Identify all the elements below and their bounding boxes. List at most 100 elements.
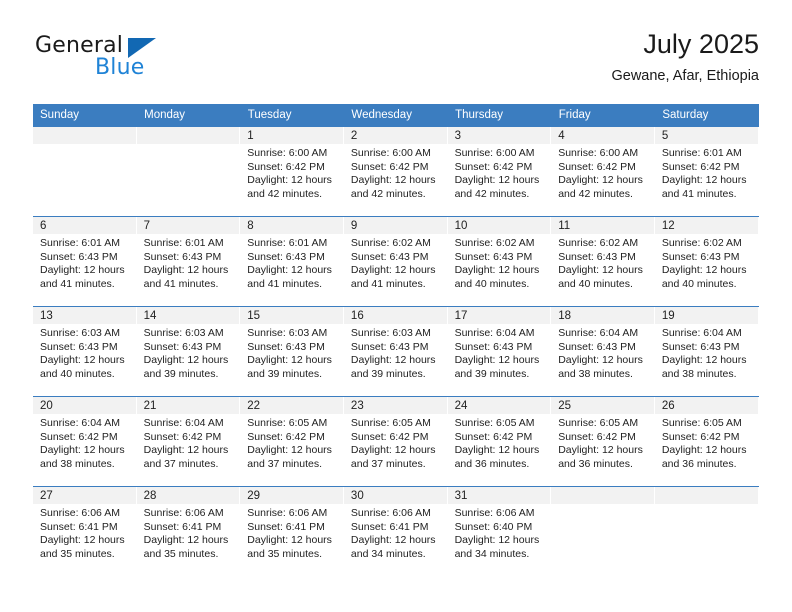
calendar-day-cell[interactable]: 4 Sunrise: 6:00 AM Sunset: 6:42 PM Daylight… — [551, 126, 655, 217]
calendar-week-row: 20 Sunrise: 6:04 AM Sunset: 6:42 PM Dayligh… — [33, 396, 759, 487]
daylight-text-line2: and 37 minutes. — [143, 457, 219, 470]
day-details: Sunrise: 6:05 AM Sunset: 6:42 PM Daylight:… — [551, 414, 655, 471]
day-cell-inner: 14 Sunrise: 6:03 AM Sunset: 6:43 PM Dayligh… — [136, 307, 241, 396]
day-cell-inner: 12 Sunrise: 6:02 AM Sunset: 6:43 PM Dayligh… — [654, 217, 759, 306]
day-details: Sunrise: 6:06 AM Sunset: 6:41 PM Daylight:… — [344, 504, 448, 561]
day-number: 16 — [343, 307, 448, 324]
sunset-text: Sunset: 6:42 PM — [143, 430, 222, 443]
calendar-day-cell[interactable]: 11 Sunrise: 6:02 AM Sunset: 6:43 PM Dayligh… — [551, 216, 655, 307]
day-number: 8 — [240, 217, 344, 234]
month-calendar: Sunday Monday Tuesday Wednesday Thursday… — [33, 104, 759, 576]
daylight-text-line2: and 39 minutes. — [350, 367, 426, 380]
sunset-text: Sunset: 6:43 PM — [247, 340, 325, 353]
daylight-text-line1: Daylight: 12 hours — [143, 534, 229, 546]
calendar-week-row: 27 Sunrise: 6:06 AM Sunset: 6:41 PM Dayligh… — [33, 486, 759, 576]
calendar-day-cell[interactable]: 8 Sunrise: 6:01 AM Sunset: 6:43 PM Daylight… — [240, 216, 344, 307]
calendar-day-cell[interactable]: 6 Sunrise: 6:01 AM Sunset: 6:43 PM Daylight… — [33, 216, 137, 307]
day-cell-inner: 7 Sunrise: 6:01 AM Sunset: 6:43 PM Daylight… — [136, 217, 241, 306]
sunrise-text: Sunrise: 6:00 AM — [350, 147, 431, 159]
daylight-text-line1: Daylight: 12 hours — [247, 534, 332, 546]
daylight-text-line2: and 41 minutes. — [247, 277, 322, 290]
weekday-header-saturday: Saturday — [654, 104, 759, 127]
calendar-day-cell[interactable]: 15 Sunrise: 6:03 AM Sunset: 6:43 PM Dayligh… — [240, 306, 344, 397]
calendar-day-cell[interactable]: 5 Sunrise: 6:01 AM Sunset: 6:42 PM Daylight… — [654, 126, 759, 217]
day-number — [551, 487, 655, 504]
day-details: Sunrise: 6:04 AM Sunset: 6:42 PM Daylight:… — [137, 414, 241, 471]
calendar-day-cell-empty — [33, 126, 137, 217]
day-cell-inner: 18 Sunrise: 6:04 AM Sunset: 6:43 PM Dayligh… — [551, 307, 655, 396]
day-number: 11 — [551, 217, 655, 234]
day-cell-inner: 24 Sunrise: 6:05 AM Sunset: 6:42 PM Dayligh… — [447, 397, 552, 486]
calendar-day-cell[interactable]: 26 Sunrise: 6:05 AM Sunset: 6:42 PM Dayligh… — [654, 396, 759, 487]
calendar-day-cell[interactable]: 7 Sunrise: 6:01 AM Sunset: 6:43 PM Daylight… — [136, 216, 241, 307]
weekday-header-row: Sunday Monday Tuesday Wednesday Thursday… — [33, 104, 759, 127]
calendar-day-cell[interactable]: 3 Sunrise: 6:00 AM Sunset: 6:42 PM Daylight… — [447, 126, 552, 217]
calendar-day-cell[interactable]: 21 Sunrise: 6:04 AM Sunset: 6:42 PM Dayligh… — [136, 396, 241, 487]
day-number — [654, 487, 759, 504]
daylight-text-line1: Daylight: 12 hours — [247, 174, 332, 186]
day-details: Sunrise: 6:04 AM Sunset: 6:43 PM Daylight:… — [655, 324, 759, 381]
calendar-day-cell[interactable]: 17 Sunrise: 6:04 AM Sunset: 6:43 PM Dayligh… — [447, 306, 552, 397]
sunrise-text: Sunrise: 6:02 AM — [661, 237, 742, 249]
sunrise-text: Sunrise: 6:04 AM — [454, 327, 535, 339]
sunset-text: Sunset: 6:42 PM — [661, 160, 740, 173]
calendar-day-cell[interactable]: 10 Sunrise: 6:02 AM Sunset: 6:43 PM Dayligh… — [447, 216, 552, 307]
day-details: Sunrise: 6:03 AM Sunset: 6:43 PM Daylight:… — [240, 324, 344, 381]
calendar-day-cell[interactable]: 13 Sunrise: 6:03 AM Sunset: 6:43 PM Dayligh… — [33, 306, 137, 397]
day-details: Sunrise: 6:00 AM Sunset: 6:42 PM Daylight:… — [448, 144, 552, 201]
calendar-day-cell[interactable]: 31 Sunrise: 6:06 AM Sunset: 6:40 PM Dayligh… — [447, 486, 552, 576]
calendar-day-cell[interactable]: 20 Sunrise: 6:04 AM Sunset: 6:42 PM Dayligh… — [33, 396, 137, 487]
sunrise-text: Sunrise: 6:04 AM — [558, 327, 639, 339]
calendar-day-cell[interactable]: 28 Sunrise: 6:06 AM Sunset: 6:41 PM Dayligh… — [136, 486, 241, 576]
calendar-day-cell[interactable]: 1 Sunrise: 6:00 AM Sunset: 6:42 PM Daylight… — [240, 126, 344, 217]
sunset-text: Sunset: 6:41 PM — [40, 520, 118, 533]
calendar-day-cell[interactable]: 2 Sunrise: 6:00 AM Sunset: 6:42 PM Daylight… — [343, 126, 448, 217]
daylight-text-line1: Daylight: 12 hours — [350, 264, 436, 276]
page-title: July 2025 — [643, 29, 759, 59]
day-details: Sunrise: 6:06 AM Sunset: 6:41 PM Daylight:… — [240, 504, 344, 561]
day-number: 7 — [136, 217, 241, 234]
calendar-day-cell[interactable]: 14 Sunrise: 6:03 AM Sunset: 6:43 PM Dayligh… — [136, 306, 241, 397]
calendar-week-row: 6 Sunrise: 6:01 AM Sunset: 6:43 PM Daylight… — [33, 216, 759, 307]
day-cell-inner: 8 Sunrise: 6:01 AM Sunset: 6:43 PM Daylight… — [240, 217, 344, 306]
day-number: 12 — [654, 217, 759, 234]
daylight-text-line2: and 42 minutes. — [558, 187, 633, 200]
calendar-day-cell[interactable]: 27 Sunrise: 6:06 AM Sunset: 6:41 PM Dayligh… — [33, 486, 137, 576]
calendar-day-cell[interactable]: 29 Sunrise: 6:06 AM Sunset: 6:41 PM Dayligh… — [240, 486, 344, 576]
daylight-text-line1: Daylight: 12 hours — [454, 534, 540, 546]
calendar-day-cell[interactable]: 9 Sunrise: 6:02 AM Sunset: 6:43 PM Daylight… — [343, 216, 448, 307]
day-number: 26 — [654, 397, 759, 414]
calendar-day-cell[interactable]: 25 Sunrise: 6:05 AM Sunset: 6:42 PM Dayligh… — [551, 396, 655, 487]
day-cell-inner — [551, 487, 655, 576]
general-blue-logo[interactable]: General Blue — [33, 28, 263, 88]
daylight-text-line1: Daylight: 12 hours — [40, 444, 125, 456]
calendar-day-cell[interactable]: 16 Sunrise: 6:03 AM Sunset: 6:43 PM Dayligh… — [343, 306, 448, 397]
daylight-text-line1: Daylight: 12 hours — [558, 174, 643, 186]
day-cell-inner — [136, 127, 241, 216]
calendar-day-cell[interactable]: 30 Sunrise: 6:06 AM Sunset: 6:41 PM Dayligh… — [343, 486, 448, 576]
calendar-day-cell[interactable]: 12 Sunrise: 6:02 AM Sunset: 6:43 PM Dayligh… — [654, 216, 759, 307]
day-details: Sunrise: 6:06 AM Sunset: 6:40 PM Daylight:… — [448, 504, 552, 561]
calendar-day-cell[interactable]: 24 Sunrise: 6:05 AM Sunset: 6:42 PM Dayligh… — [447, 396, 552, 487]
day-cell-inner: 21 Sunrise: 6:04 AM Sunset: 6:42 PM Dayligh… — [136, 397, 241, 486]
calendar-day-cell[interactable]: 19 Sunrise: 6:04 AM Sunset: 6:43 PM Dayligh… — [654, 306, 759, 397]
daylight-text-line2: and 38 minutes. — [40, 457, 115, 470]
day-cell-inner: 1 Sunrise: 6:00 AM Sunset: 6:42 PM Daylight… — [240, 127, 344, 216]
daylight-text-line1: Daylight: 12 hours — [661, 264, 747, 276]
day-number: 24 — [447, 397, 552, 414]
weekday-header-wednesday: Wednesday — [343, 104, 449, 127]
calendar-day-cell[interactable]: 23 Sunrise: 6:05 AM Sunset: 6:42 PM Dayligh… — [343, 396, 448, 487]
sunset-text: Sunset: 6:42 PM — [350, 160, 429, 173]
calendar-day-cell[interactable]: 22 Sunrise: 6:05 AM Sunset: 6:42 PM Dayligh… — [240, 396, 344, 487]
day-cell-inner: 17 Sunrise: 6:04 AM Sunset: 6:43 PM Dayligh… — [447, 307, 552, 396]
day-number — [136, 127, 241, 144]
calendar-day-cell[interactable]: 18 Sunrise: 6:04 AM Sunset: 6:43 PM Dayligh… — [551, 306, 655, 397]
sunset-text: Sunset: 6:43 PM — [454, 340, 533, 353]
daylight-text-line2: and 34 minutes. — [350, 547, 426, 560]
day-details: Sunrise: 6:04 AM Sunset: 6:43 PM Daylight:… — [448, 324, 552, 381]
day-details: Sunrise: 6:05 AM Sunset: 6:42 PM Daylight:… — [655, 414, 759, 471]
daylight-text-line2: and 39 minutes. — [247, 367, 322, 380]
day-cell-inner: 10 Sunrise: 6:02 AM Sunset: 6:43 PM Dayligh… — [447, 217, 552, 306]
daylight-text-line2: and 41 minutes. — [40, 277, 115, 290]
day-cell-inner: 19 Sunrise: 6:04 AM Sunset: 6:43 PM Dayligh… — [654, 307, 759, 396]
